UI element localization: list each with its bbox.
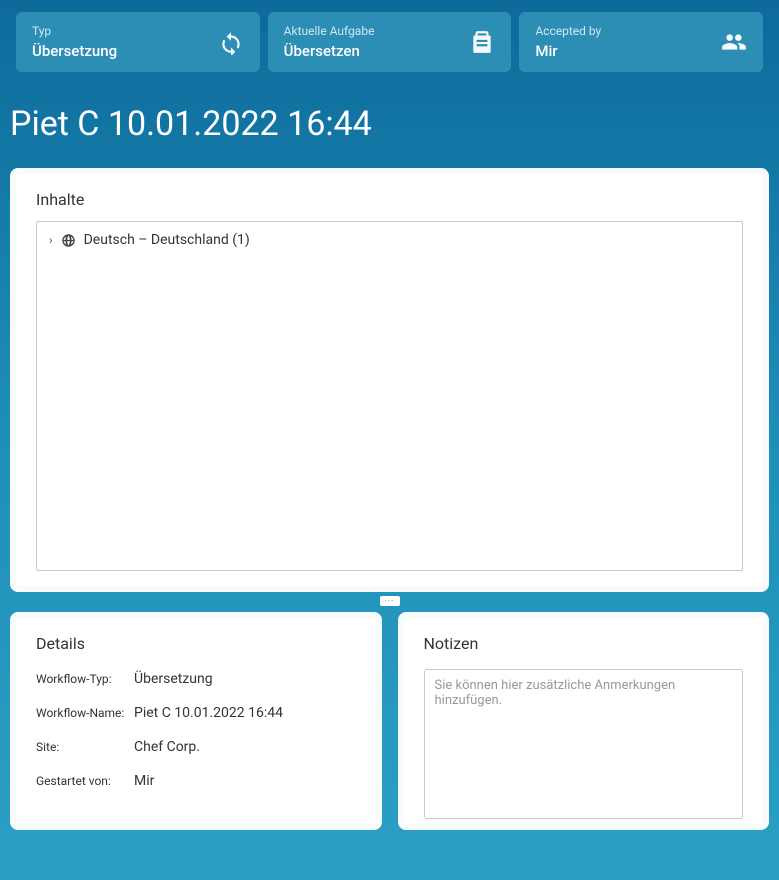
card-task-value: Übersetzen: [284, 42, 375, 60]
detail-row-started: Gestartet von: Mir: [36, 773, 356, 789]
recycle-icon: [218, 29, 244, 55]
notes-textarea[interactable]: [424, 669, 744, 819]
detail-value-type: Übersetzung: [134, 671, 213, 687]
detail-value-started: Mir: [134, 773, 154, 789]
details-heading: Details: [36, 634, 356, 653]
detail-label-site: Site:: [36, 740, 134, 754]
detail-value-site: Chef Corp.: [134, 739, 200, 755]
tree-item-label: Deutsch – Deutschland (1): [84, 232, 250, 248]
page-title: Piet C 10.01.2022 16:44: [0, 86, 779, 168]
card-type-label: Typ: [32, 24, 117, 38]
card-accepted: Accepted by Mir: [519, 12, 763, 72]
card-type-value: Übersetzung: [32, 42, 117, 60]
card-task-label: Aktuelle Aufgabe: [284, 24, 375, 38]
panel-notes: Notizen: [398, 612, 770, 830]
detail-label-type: Workflow-Typ:: [36, 672, 134, 686]
notes-heading: Notizen: [424, 634, 744, 653]
users-icon: [721, 29, 747, 55]
card-type: Typ Übersetzung: [16, 12, 260, 72]
inhalte-heading: Inhalte: [36, 190, 743, 209]
detail-value-name: Piet C 10.01.2022 16:44: [134, 705, 283, 721]
panel-inhalte: Inhalte › Deutsch – Deutschland (1): [10, 168, 769, 592]
content-tree: › Deutsch – Deutschland (1): [36, 221, 743, 571]
panel-details: Details Workflow-Typ: Übersetzung Workfl…: [10, 612, 382, 830]
detail-row-type: Workflow-Typ: Übersetzung: [36, 671, 356, 687]
card-task: Aktuelle Aufgabe Übersetzen: [268, 12, 512, 72]
globe-icon: [61, 233, 76, 248]
detail-row-name: Workflow-Name: Piet C 10.01.2022 16:44: [36, 705, 356, 721]
detail-label-started: Gestartet von:: [36, 774, 134, 788]
chevron-right-icon: ›: [49, 233, 53, 247]
card-accepted-value: Mir: [535, 42, 601, 60]
tree-item-deutsch[interactable]: › Deutsch – Deutschland (1): [49, 232, 730, 248]
detail-row-site: Site: Chef Corp.: [36, 739, 356, 755]
clipboard-icon: [469, 29, 495, 55]
splitter-handle[interactable]: ...: [380, 596, 400, 606]
detail-label-name: Workflow-Name:: [36, 706, 134, 720]
card-accepted-label: Accepted by: [535, 24, 601, 38]
